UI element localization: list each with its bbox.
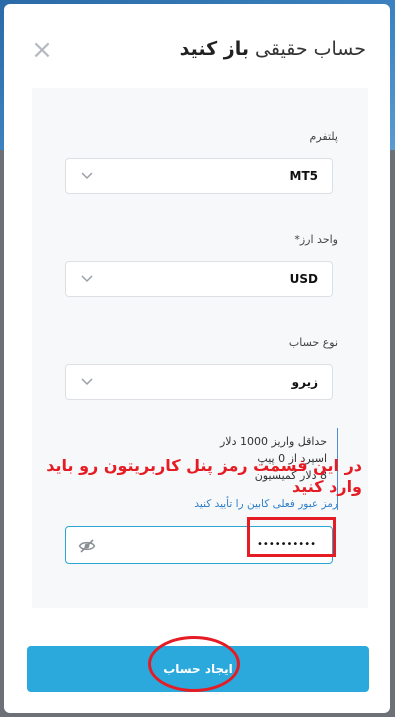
annotation-password-highlight bbox=[247, 517, 336, 557]
account-type-label: نوع حساب bbox=[288, 336, 338, 349]
close-icon[interactable]: × bbox=[30, 37, 54, 63]
account-type-value: زیرو bbox=[291, 375, 318, 389]
modal-title-light: حساب حقیقی bbox=[255, 38, 366, 60]
info-min-deposit: حداقل واریز 1000 دلار bbox=[219, 435, 327, 448]
annotation-button-highlight bbox=[148, 636, 240, 692]
modal-title-bold: باز کنید bbox=[179, 38, 249, 60]
confirm-password-note: رمز عبور فعلی کابین را تأیید کنید bbox=[194, 498, 338, 510]
platform-value: MT5 bbox=[289, 169, 318, 183]
currency-label: واحد ارز* bbox=[294, 233, 338, 246]
currency-value: USD bbox=[289, 272, 318, 286]
chevron-down-icon bbox=[81, 378, 93, 386]
annotation-instruction: در این قسمت رمز پنل کاربریتون رو باید وا… bbox=[46, 456, 362, 496]
platform-select[interactable]: MT5 bbox=[65, 158, 333, 194]
account-type-select[interactable]: زیرو bbox=[65, 364, 333, 400]
chevron-down-icon bbox=[81, 172, 93, 180]
open-real-account-modal: × حساب حقیقی باز کنید پلتفرم MT5 واحد ار… bbox=[4, 4, 390, 713]
eye-off-icon[interactable] bbox=[78, 537, 96, 555]
currency-select[interactable]: USD bbox=[65, 261, 333, 297]
chevron-down-icon bbox=[81, 275, 93, 283]
modal-title: حساب حقیقی باز کنید bbox=[180, 38, 366, 60]
platform-label: پلتفرم bbox=[309, 130, 338, 143]
